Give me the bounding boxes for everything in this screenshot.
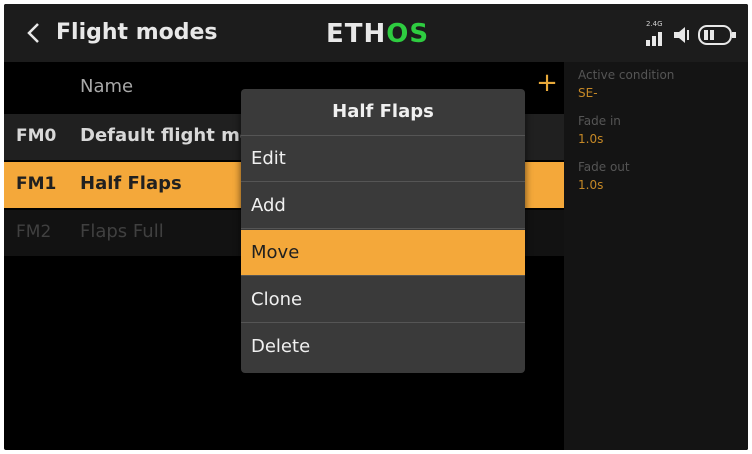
logo-text-green: OS [386,19,430,49]
menu-item-edit[interactable]: Edit [241,136,525,182]
radio-screen: Flight modes ETHOS 2.4G Name + FM0 Defau… [4,4,748,450]
status-icons: 2.4G [634,18,744,48]
menu-item-add[interactable]: Add [241,183,525,229]
speaker-icon [674,27,689,43]
flight-mode-code: FM1 [16,174,57,194]
fade-in-value: 1.0s [578,132,604,146]
details-panel: Active condition SE- Fade in 1.0s Fade o… [564,62,748,450]
radio-band-label: 2.4G [646,20,663,28]
column-name-header: Name [80,76,134,97]
top-bar: Flight modes ETHOS 2.4G [4,4,748,62]
battery-icon [698,25,736,45]
fade-out-value: 1.0s [578,178,604,192]
add-button[interactable]: + [536,70,558,96]
menu-item-clone[interactable]: Clone [241,277,525,323]
back-arrow-icon[interactable] [24,22,46,44]
fade-out-label: Fade out [578,160,630,174]
active-condition-label: Active condition [578,68,675,82]
context-menu: Half Flaps Edit Add Move Clone Delete [241,89,525,373]
flight-mode-name: Flaps Full [80,221,164,242]
flight-mode-name: Default flight mc [80,125,251,146]
menu-item-move[interactable]: Move [241,230,525,276]
ethos-logo: ETHOS [326,16,429,52]
flight-mode-code: FM0 [16,126,57,146]
menu-item-delete[interactable]: Delete [241,324,525,370]
page-title: Flight modes [56,20,218,45]
signal-strength-icon [646,32,662,46]
flight-mode-name: Half Flaps [80,173,182,194]
logo-text-white: ETH [326,19,387,49]
fade-in-label: Fade in [578,114,621,128]
active-condition-value: SE- [578,86,598,100]
menu-title: Half Flaps [241,89,525,136]
flight-mode-code: FM2 [16,222,52,242]
